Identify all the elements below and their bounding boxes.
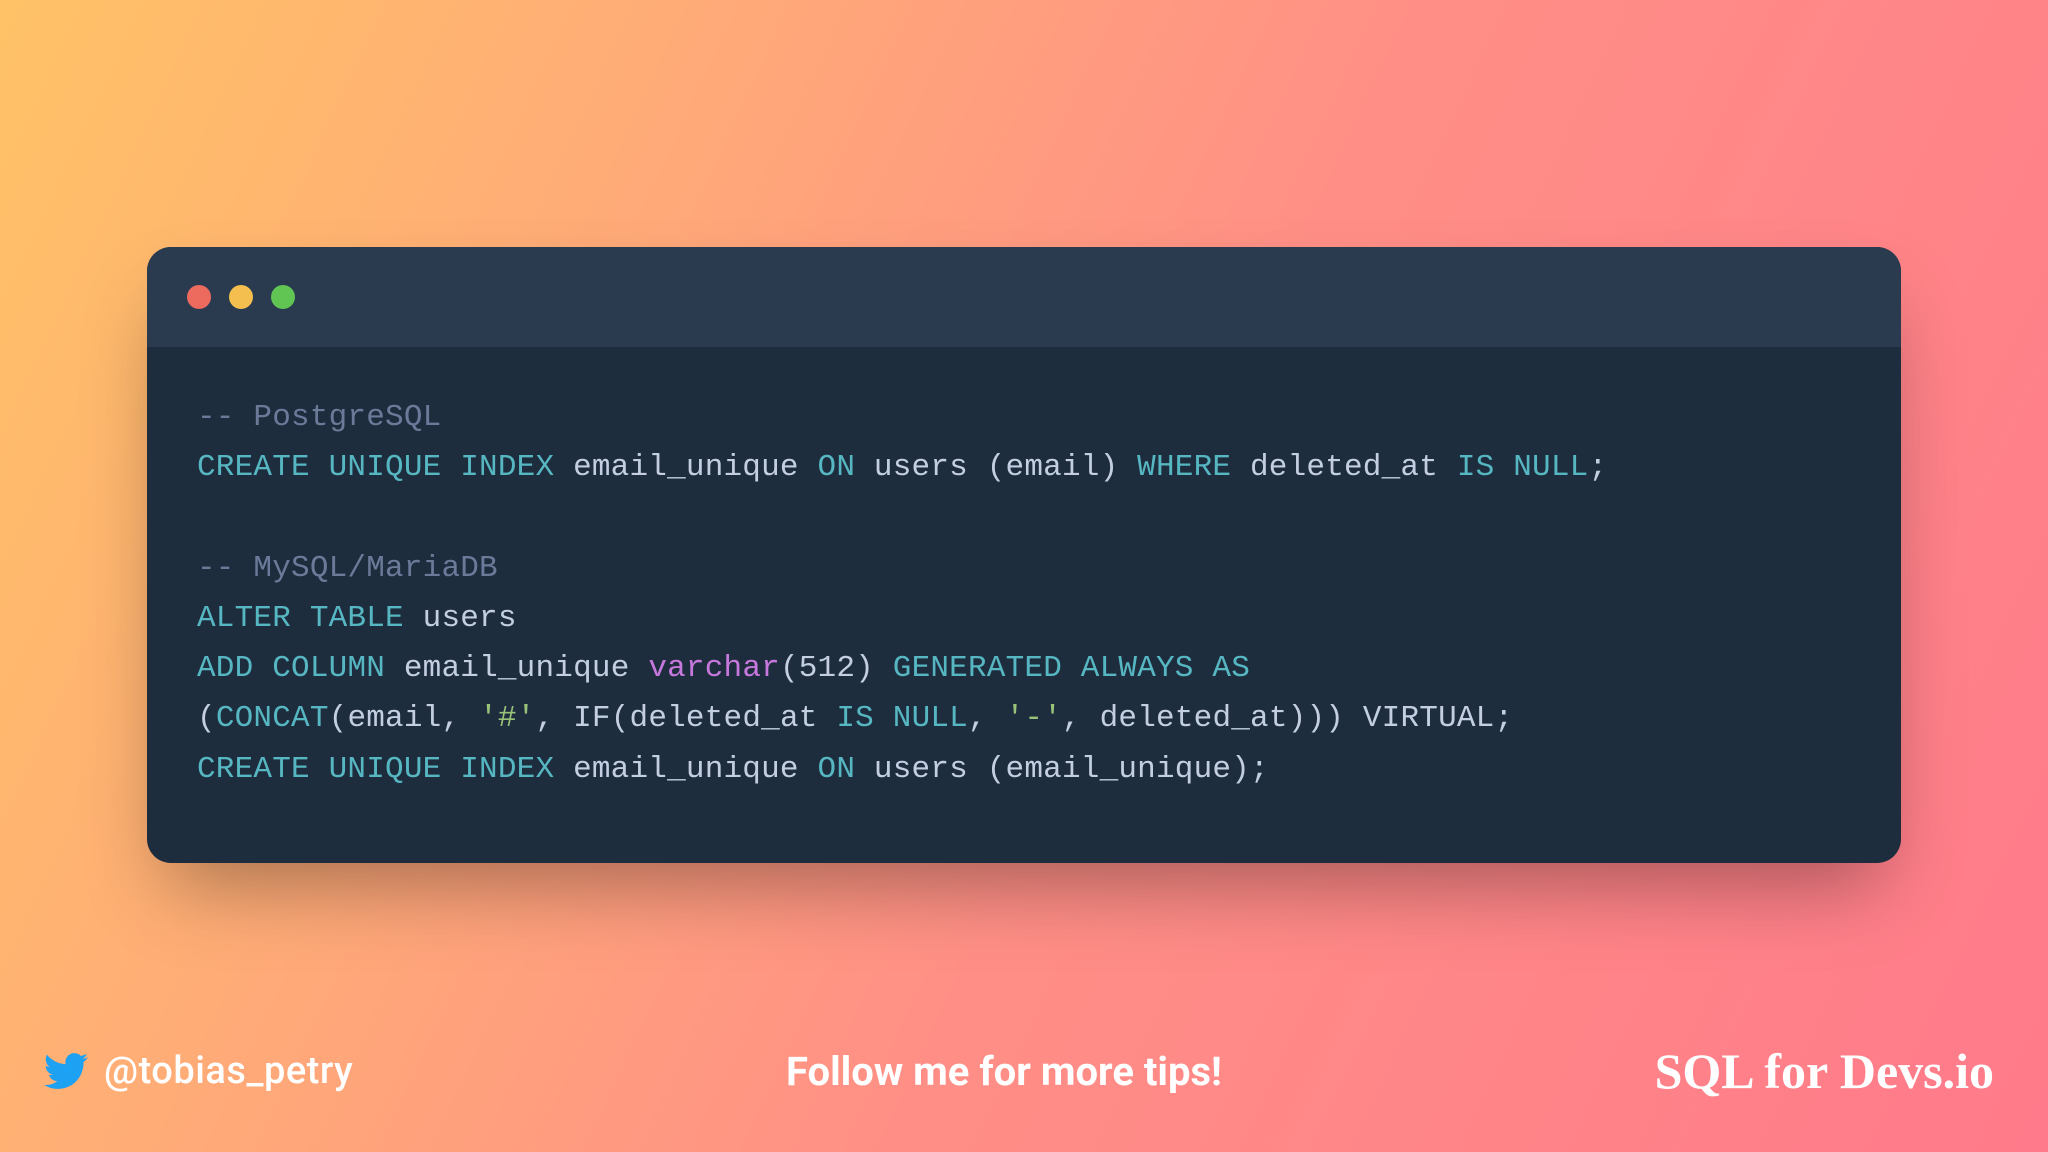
footer-left: @tobias_petry (44, 1049, 353, 1093)
window-titlebar (147, 247, 1901, 347)
sql-code: -- PostgreSQL CREATE UNIQUE INDEX email_… (197, 393, 1851, 795)
window-zoom-icon (271, 285, 295, 309)
window-close-icon (187, 285, 211, 309)
code-body: -- PostgreSQL CREATE UNIQUE INDEX email_… (147, 347, 1901, 845)
window-minimize-icon (229, 285, 253, 309)
footer-cta: Follow me for more tips! (786, 1048, 1222, 1095)
brand-logo[interactable]: SQL for Devs.io (1655, 1042, 1994, 1100)
code-window: -- PostgreSQL CREATE UNIQUE INDEX email_… (147, 247, 1901, 863)
twitter-handle[interactable]: @tobias_petry (104, 1049, 353, 1093)
footer: @tobias_petry Follow me for more tips! S… (0, 1042, 2048, 1100)
twitter-icon (44, 1049, 88, 1093)
